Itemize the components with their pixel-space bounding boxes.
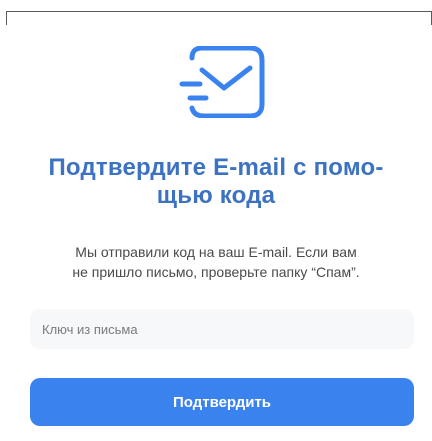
page-title-line-1: Подтвердите E-mail с помо- [48,154,384,181]
instruction-line-1: Мы отправили код на ваш E-mail. Если вам [75,244,357,260]
page-title-line-2: щью кода [156,182,276,209]
verify-email-screen: Подтвердите E-mail с помо- щью кода Мы о… [0,0,432,441]
mail-check-icon [178,45,266,119]
window-top-border [6,11,432,12]
window-left-edge [6,11,7,25]
instruction-text: Мы отправили код на ваш E-mail. Если вам… [30,242,402,282]
code-input[interactable] [30,309,414,349]
confirm-button[interactable]: Подтвердить [30,378,414,426]
page-title: Подтвердите E-mail с помо- щью кода [30,154,402,210]
instruction-line-2: не пришло письмо, проверьте папку “Спам”… [72,264,360,280]
